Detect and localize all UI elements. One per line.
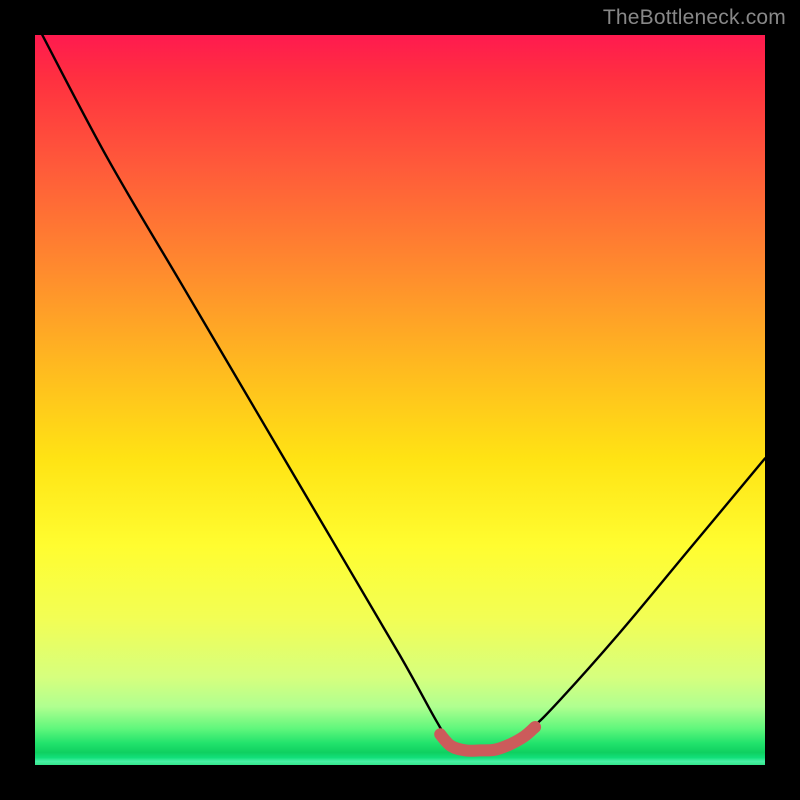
chart-svg bbox=[35, 35, 765, 765]
plot-area bbox=[35, 35, 765, 765]
bottleneck-curve-path bbox=[42, 35, 765, 751]
chart-frame: TheBottleneck.com bbox=[0, 0, 800, 800]
watermark-text: TheBottleneck.com bbox=[603, 6, 786, 30]
sweet-spot-path bbox=[440, 727, 535, 751]
